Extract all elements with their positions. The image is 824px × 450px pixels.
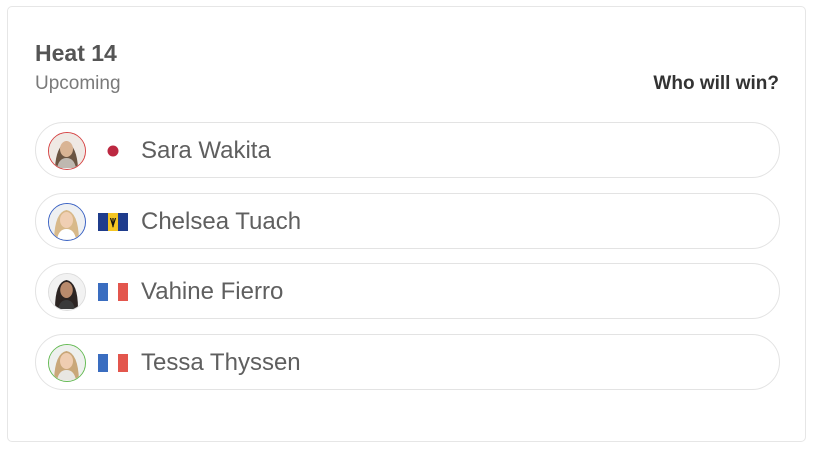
athlete-row[interactable]: Tessa Thyssen <box>35 334 780 390</box>
japan-flag-icon <box>98 142 128 160</box>
athlete-name: Vahine Fierro <box>141 278 284 305</box>
athlete-avatar <box>48 344 86 382</box>
france-flag-icon <box>98 283 128 301</box>
athlete-row[interactable]: Vahine Fierro <box>35 263 780 319</box>
athlete-avatar <box>48 203 86 241</box>
athlete-avatar <box>48 132 86 170</box>
who-will-win-label[interactable]: Who will win? <box>653 73 779 95</box>
france-flag-icon <box>98 354 128 372</box>
heat-card: Heat 14 Upcoming Who will win? Sara Waki… <box>7 6 806 442</box>
athlete-name: Sara Wakita <box>141 137 271 164</box>
athlete-row[interactable]: Chelsea Tuach <box>35 193 780 249</box>
barbados-flag-icon <box>98 213 128 231</box>
athlete-avatar <box>48 273 86 311</box>
heat-title: Heat 14 <box>35 40 117 66</box>
athlete-name: Tessa Thyssen <box>141 349 301 376</box>
athlete-name: Chelsea Tuach <box>141 208 302 235</box>
heat-status: Upcoming <box>35 73 121 94</box>
athlete-row[interactable]: Sara Wakita <box>35 122 780 178</box>
